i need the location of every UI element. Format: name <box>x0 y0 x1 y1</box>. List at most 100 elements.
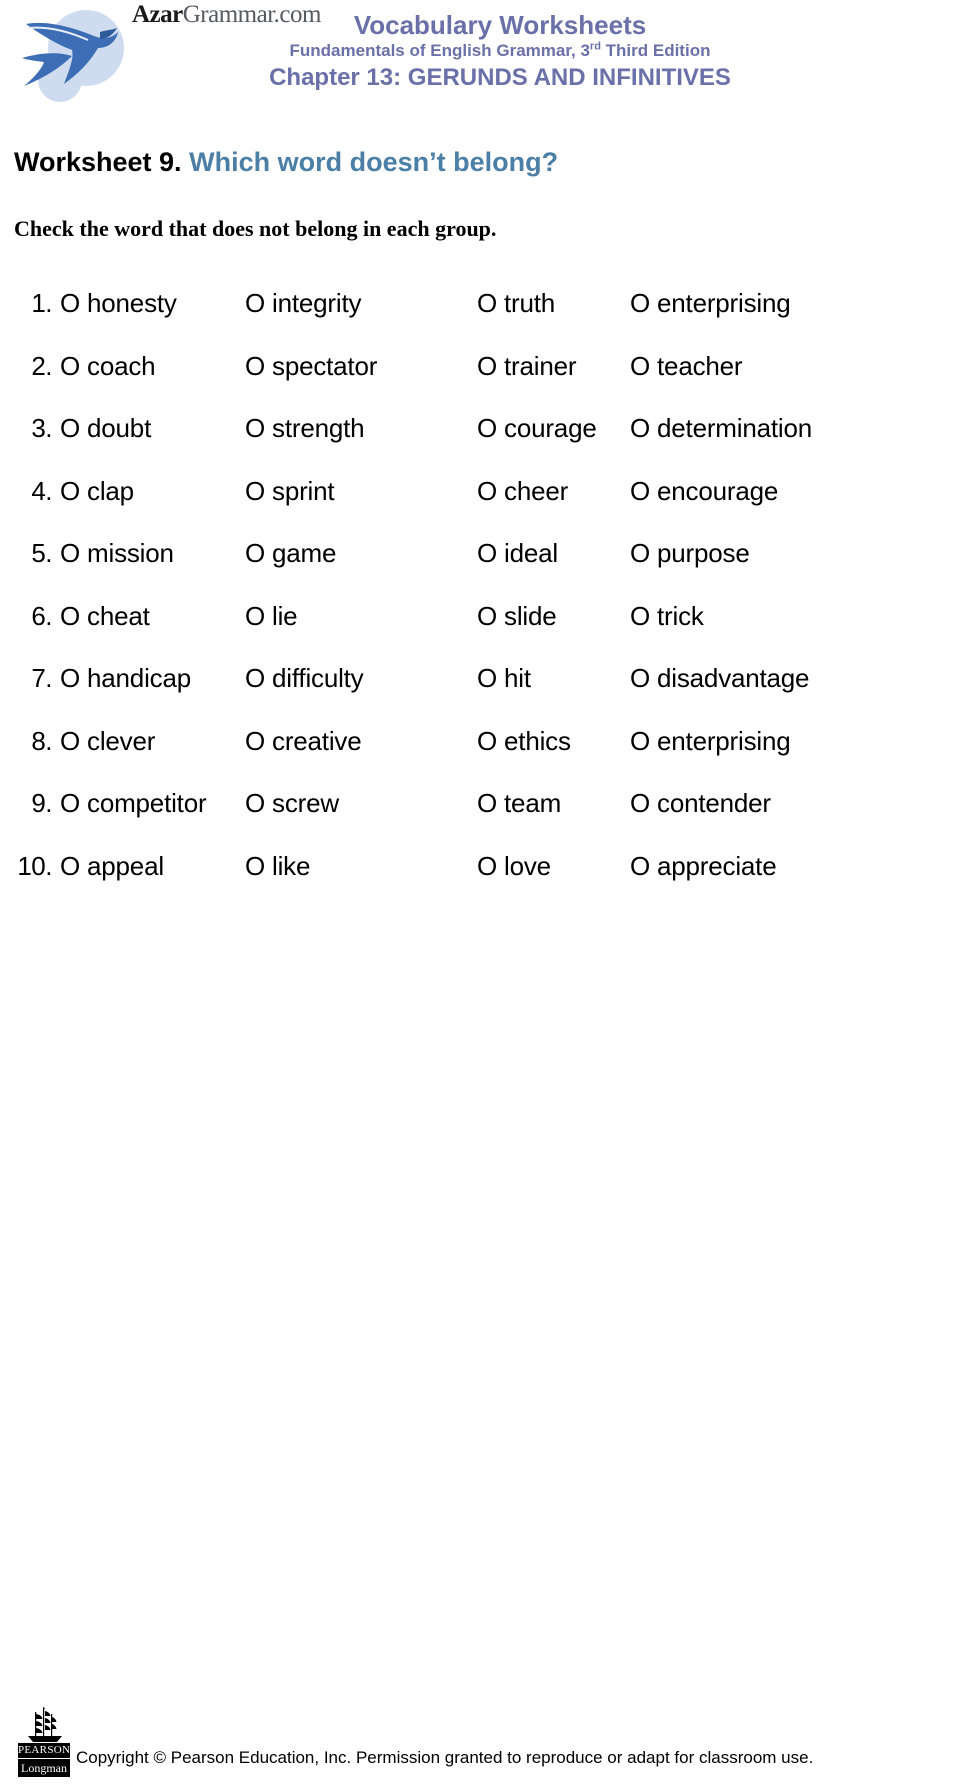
option-label: competitor <box>87 788 207 818</box>
option-choice[interactable]: Ocoach <box>60 335 156 398</box>
option-bubble-icon[interactable]: O <box>477 772 497 835</box>
option-bubble-icon[interactable]: O <box>60 522 80 585</box>
option-choice[interactable]: Oslide <box>477 585 557 648</box>
option-bubble-icon[interactable]: O <box>245 835 265 898</box>
header-title: Vocabulary Worksheets <box>353 10 647 40</box>
option-bubble-icon[interactable]: O <box>630 460 650 523</box>
option-choice[interactable]: Ohonesty <box>60 272 177 335</box>
option-choice[interactable]: Ostrength <box>245 397 365 460</box>
option-bubble-icon[interactable]: O <box>630 335 650 398</box>
instruction-text: Check the word that does not belong in e… <box>14 216 497 241</box>
option-choice[interactable]: Olike <box>245 835 310 898</box>
question-number: 8. <box>31 725 52 756</box>
option-choice[interactable]: Ocheat <box>60 585 150 648</box>
option-choice[interactable]: Ogame <box>245 522 336 585</box>
option-choice[interactable]: Oenterprising <box>630 272 791 335</box>
option-bubble-icon[interactable]: O <box>245 772 265 835</box>
option-choice[interactable]: Ospectator <box>245 335 377 398</box>
option-bubble-icon[interactable]: O <box>245 272 265 335</box>
option-choice[interactable]: Ohandicap <box>60 647 191 710</box>
option-bubble-icon[interactable]: O <box>60 335 80 398</box>
option-choice[interactable]: Oscrew <box>245 772 339 835</box>
option-bubble-icon[interactable]: O <box>477 335 497 398</box>
option-choice[interactable]: Oenterprising <box>630 710 791 773</box>
option-label: mission <box>87 538 174 568</box>
question-row: 2. Ocoach Ospectator Otrainer Oteacher <box>0 335 960 398</box>
pearson-longman-logo: PEARSON Longman <box>18 1705 70 1777</box>
option-bubble-icon[interactable]: O <box>477 710 497 773</box>
option-bubble-icon[interactable]: O <box>60 272 80 335</box>
option-choice[interactable]: Osprint <box>245 460 335 523</box>
option-choice[interactable]: Ocontender <box>630 772 771 835</box>
option-label: game <box>272 538 337 568</box>
option-bubble-icon[interactable]: O <box>245 647 265 710</box>
option-choice[interactable]: Omission <box>60 522 174 585</box>
option-choice[interactable]: Otrainer <box>477 335 577 398</box>
question-number: 3. <box>31 413 52 443</box>
option-bubble-icon[interactable]: O <box>477 647 497 710</box>
option-choice[interactable]: Otruth <box>477 272 555 335</box>
option-choice[interactable]: Olove <box>477 835 551 898</box>
option-choice[interactable]: Oappeal <box>60 835 164 898</box>
option-choice[interactable]: Oteacher <box>630 335 743 398</box>
option-choice[interactable]: Ocheer <box>477 460 568 523</box>
option-bubble-icon[interactable]: O <box>245 335 265 398</box>
option-bubble-icon[interactable]: O <box>60 772 80 835</box>
option-choice[interactable]: Oencourage <box>630 460 778 523</box>
option-choice[interactable]: Odoubt <box>60 397 151 460</box>
option-bubble-icon[interactable]: O <box>630 710 650 773</box>
option-bubble-icon[interactable]: O <box>60 460 80 523</box>
option-choice[interactable]: Odisadvantage <box>630 647 810 710</box>
option-choice[interactable]: Oteam <box>477 772 561 835</box>
option-bubble-icon[interactable]: O <box>60 647 80 710</box>
option-label: appeal <box>87 850 164 881</box>
option-choice[interactable]: Oideal <box>477 522 558 585</box>
option-choice[interactable]: Odetermination <box>630 397 812 460</box>
option-bubble-icon[interactable]: O <box>630 272 650 335</box>
pearson-longman-wordmark: PEARSON Longman <box>18 1743 70 1777</box>
option-choice[interactable]: Opurpose <box>630 522 750 585</box>
option-bubble-icon[interactable]: O <box>477 460 497 523</box>
option-label: difficulty <box>272 663 364 693</box>
option-bubble-icon[interactable]: O <box>630 772 650 835</box>
option-bubble-icon[interactable]: O <box>245 397 265 460</box>
option-bubble-icon[interactable]: O <box>477 522 497 585</box>
option-choice[interactable]: Oclever <box>60 710 155 773</box>
option-choice[interactable]: Ointegrity <box>245 272 361 335</box>
option-bubble-icon[interactable]: O <box>477 397 497 460</box>
option-choice[interactable]: Ocompetitor <box>60 772 207 835</box>
option-bubble-icon[interactable]: O <box>630 647 650 710</box>
option-bubble-icon[interactable]: O <box>60 835 80 898</box>
option-label: hit <box>504 663 531 693</box>
question-row: 8. Oclever Ocreative Oethics Oenterprisi… <box>0 710 960 773</box>
option-choice[interactable]: Oappreciate <box>630 835 777 898</box>
option-bubble-icon[interactable]: O <box>477 272 497 335</box>
worksheet-label: Worksheet 9. <box>14 147 182 177</box>
option-choice[interactable]: Ocreative <box>245 710 362 773</box>
option-choice[interactable]: Olie <box>245 585 298 648</box>
option-choice[interactable]: Ocourage <box>477 397 597 460</box>
option-choice[interactable]: Oclap <box>60 460 134 523</box>
option-bubble-icon[interactable]: O <box>477 585 497 648</box>
option-choice[interactable]: Odifficulty <box>245 647 364 710</box>
option-bubble-icon[interactable]: O <box>630 522 650 585</box>
option-choice[interactable]: Otrick <box>630 585 704 648</box>
question-number: 1. <box>31 288 52 318</box>
option-choice[interactable]: Oethics <box>477 710 571 773</box>
option-bubble-icon[interactable]: O <box>477 835 497 898</box>
question-number: 2. <box>31 350 52 381</box>
option-bubble-icon[interactable]: O <box>60 710 80 773</box>
option-bubble-icon[interactable]: O <box>60 585 80 648</box>
option-bubble-icon[interactable]: O <box>60 397 80 460</box>
option-bubble-icon[interactable]: O <box>245 585 265 648</box>
question-row: 7. Ohandicap Odifficulty Ohit Odisadvant… <box>0 647 960 710</box>
option-bubble-icon[interactable]: O <box>245 710 265 773</box>
option-label: integrity <box>272 288 362 318</box>
option-choice[interactable]: Ohit <box>477 647 531 710</box>
option-bubble-icon[interactable]: O <box>245 460 265 523</box>
option-bubble-icon[interactable]: O <box>630 835 650 898</box>
option-label: ideal <box>504 538 558 568</box>
option-bubble-icon[interactable]: O <box>630 397 650 460</box>
option-bubble-icon[interactable]: O <box>245 522 265 585</box>
option-bubble-icon[interactable]: O <box>630 585 650 648</box>
